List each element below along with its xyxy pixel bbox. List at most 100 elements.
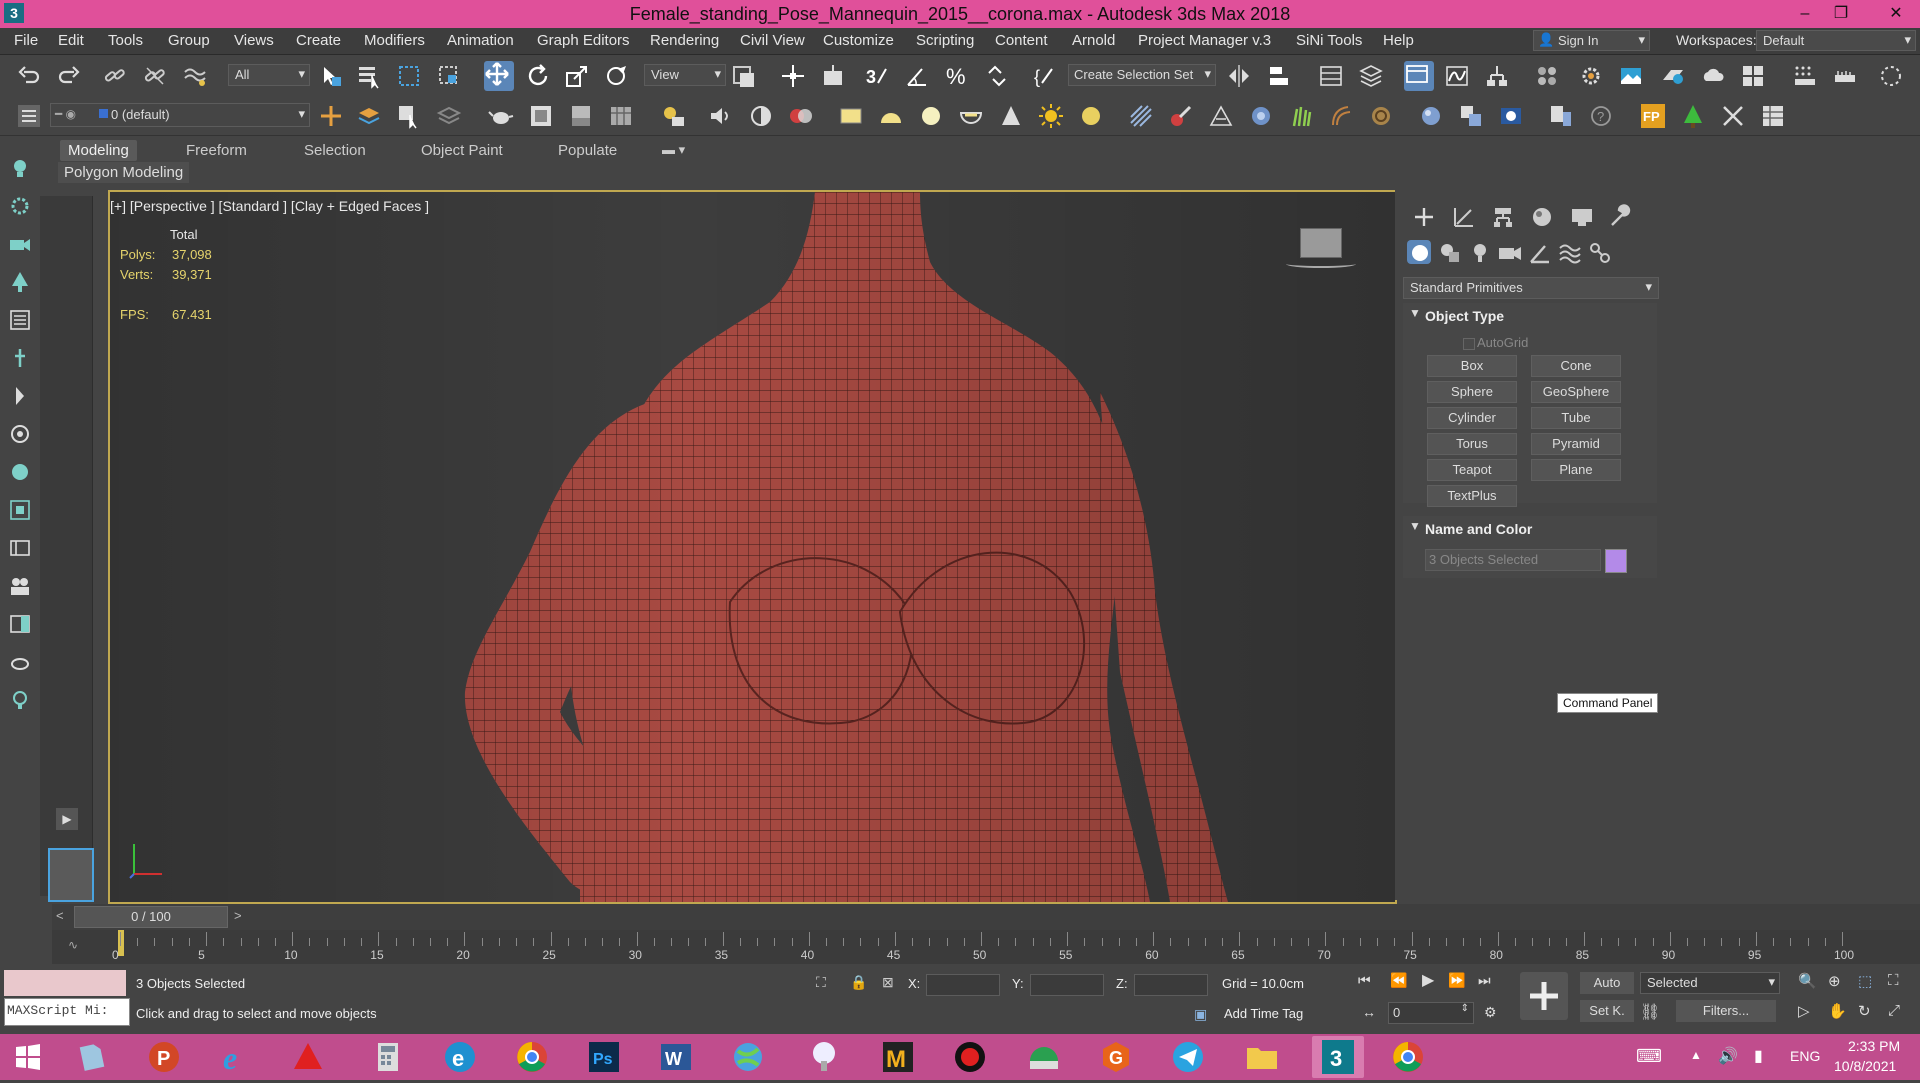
tree-app-icon[interactable]	[806, 1039, 842, 1075]
maxscript-listener[interactable]	[4, 970, 126, 996]
zoom-all-icon[interactable]: ⊕	[1828, 972, 1841, 990]
cone-light-icon[interactable]	[998, 103, 1024, 129]
auto-key-button[interactable]: Auto	[1580, 972, 1634, 994]
plane-light-icon[interactable]	[838, 103, 864, 129]
select-by-name-icon[interactable]	[356, 63, 382, 89]
dot-grid-icon[interactable]	[1792, 63, 1818, 89]
render-frame-icon[interactable]	[528, 103, 554, 129]
window-icon[interactable]	[8, 612, 32, 636]
spacewarps-icon[interactable]	[1557, 240, 1583, 266]
motion-panel-icon[interactable]	[1529, 204, 1555, 230]
angle-snap-icon[interactable]	[904, 63, 930, 89]
schematic-view-icon[interactable]	[1484, 63, 1510, 89]
goto-start-icon[interactable]: ⏮	[1358, 972, 1371, 989]
rect-selection-icon[interactable]	[396, 63, 422, 89]
spreadsheet-icon[interactable]	[1760, 103, 1786, 129]
viewcube[interactable]	[1300, 228, 1342, 258]
collapse-arrow-icon[interactable]: ▼	[1409, 306, 1421, 320]
prev-frame-icon[interactable]: ⏪	[1390, 972, 1407, 989]
frame-view-icon[interactable]	[8, 536, 32, 560]
sound-icon[interactable]	[708, 103, 734, 129]
name-color-title[interactable]: Name and Color	[1425, 521, 1532, 537]
layer-dropdown[interactable]: ━ ◉ 0 (default) ▾	[50, 103, 310, 127]
key-filter-icon[interactable]: ⛓	[1640, 1002, 1660, 1022]
windows-start-icon[interactable]	[10, 1039, 46, 1075]
sphere-button[interactable]: Sphere	[1427, 381, 1517, 403]
unlink-icon[interactable]	[142, 63, 168, 89]
tube-button[interactable]: Tube	[1531, 407, 1621, 429]
cylinder-button[interactable]: Cylinder	[1427, 407, 1517, 429]
curve-editor-icon[interactable]	[1444, 63, 1470, 89]
sign-in-dropdown[interactable]: 👤 Sign In ▾	[1533, 30, 1650, 51]
menu-modifiers[interactable]: Modifiers	[364, 32, 425, 49]
bind-spacewarp-icon[interactable]	[182, 63, 208, 89]
tools-icon[interactable]	[1720, 103, 1746, 129]
menu-sini-tools[interactable]: SiNi Tools	[1296, 32, 1362, 49]
cameras-icon[interactable]	[1497, 240, 1523, 266]
scene-explorer-icon[interactable]	[1318, 63, 1344, 89]
menu-graph-editors[interactable]: Graph Editors	[537, 32, 630, 49]
teapot-button[interactable]: Teapot	[1427, 459, 1517, 481]
next-frame-icon[interactable]: ⏩	[1448, 972, 1465, 989]
redo-icon[interactable]	[56, 63, 82, 89]
maxscript-input[interactable]: MAXScript Mi:	[4, 998, 130, 1026]
menu-edit[interactable]: Edit	[58, 32, 84, 49]
telegram-icon[interactable]	[1170, 1039, 1206, 1075]
geosphere-button[interactable]: GeoSphere	[1531, 381, 1621, 403]
box-button[interactable]: Box	[1427, 355, 1517, 377]
render-cloud-icon[interactable]	[1700, 63, 1726, 89]
render-production-icon[interactable]	[1660, 63, 1686, 89]
spinner-snap-icon[interactable]	[984, 63, 1010, 89]
bulb-small-icon[interactable]	[8, 688, 32, 712]
menu-scripting[interactable]: Scripting	[916, 32, 974, 49]
object-name-field[interactable]: 3 Objects Selected	[1425, 549, 1601, 571]
file-manager-icon[interactable]	[74, 1039, 110, 1075]
keyboard-icon[interactable]: ⌨	[1636, 1046, 1662, 1067]
powerpoint-icon[interactable]: P	[146, 1039, 182, 1075]
orbit-icon[interactable]: ↻	[1858, 1002, 1871, 1020]
isolate-icon[interactable]: ⛶	[816, 974, 826, 991]
lightbulb-icon[interactable]	[8, 156, 32, 180]
clock-date[interactable]: 10/8/2021	[1834, 1058, 1896, 1074]
help-icon[interactable]: ?	[1588, 103, 1614, 129]
plane-button[interactable]: Plane	[1531, 459, 1621, 481]
sky-icon[interactable]	[1078, 103, 1104, 129]
torus-button[interactable]: Torus	[1427, 433, 1517, 455]
snaps-toggle-icon[interactable]: 3	[864, 63, 890, 89]
render-setup-icon[interactable]	[1578, 63, 1604, 89]
chrome-2-icon[interactable]	[1390, 1039, 1426, 1075]
x-coordinate-field[interactable]	[926, 974, 1000, 996]
selection-filter-dropdown[interactable]: All ▾	[228, 64, 310, 86]
layers-icon[interactable]	[16, 103, 42, 129]
menu-customize[interactable]: Customize	[823, 32, 894, 49]
pivot-center-icon[interactable]	[730, 63, 756, 89]
proxy-icon[interactable]	[1168, 103, 1194, 129]
layer-explorer-icon[interactable]	[1358, 63, 1384, 89]
move-icon[interactable]	[484, 61, 514, 91]
list-icon[interactable]	[8, 308, 32, 332]
internet-explorer-icon[interactable]: e	[218, 1039, 254, 1076]
fp-icon[interactable]: FP	[1640, 103, 1666, 129]
word-icon[interactable]: W	[658, 1039, 694, 1075]
goto-end-icon[interactable]: ⏭	[1478, 972, 1491, 989]
shapes-icon[interactable]	[1437, 240, 1463, 266]
menu-project-manager[interactable]: Project Manager v.3	[1138, 32, 1271, 49]
grass-icon[interactable]	[1288, 103, 1314, 129]
photoshop-icon[interactable]: Ps	[586, 1039, 622, 1075]
rotate-icon[interactable]	[526, 63, 552, 89]
percent-snap-icon[interactable]: %	[944, 63, 970, 89]
forest-icon[interactable]	[1680, 103, 1706, 129]
align-icon[interactable]	[1266, 63, 1292, 89]
key-selection-dropdown[interactable]: Selected ▾	[1640, 972, 1780, 994]
volume-icon[interactable]: 🔊	[1718, 1046, 1738, 1066]
helpers-icon[interactable]	[1527, 240, 1553, 266]
dome-light-icon[interactable]	[878, 103, 904, 129]
language-indicator[interactable]: ENG	[1790, 1048, 1820, 1064]
select-object-icon[interactable]	[318, 63, 344, 89]
menu-rendering[interactable]: Rendering	[650, 32, 719, 49]
time-slider-thumb[interactable]: 0 / 100	[74, 906, 228, 928]
window-crossing-icon[interactable]	[436, 63, 462, 89]
menu-civil-view[interactable]: Civil View	[740, 32, 805, 49]
geometry-icon[interactable]	[1407, 240, 1431, 264]
rendered-frame-window-icon[interactable]	[1618, 63, 1644, 89]
